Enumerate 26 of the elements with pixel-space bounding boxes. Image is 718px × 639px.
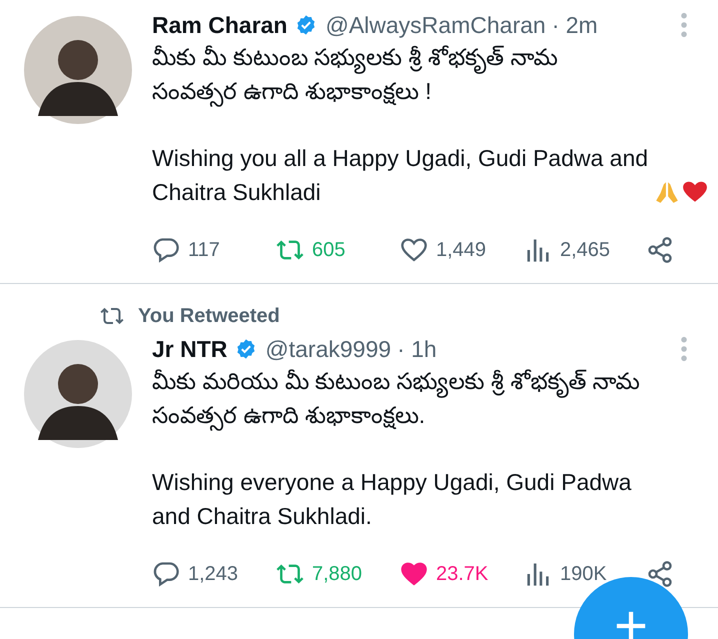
tweet-time: · 2m <box>552 12 598 38</box>
plus-icon <box>614 609 648 639</box>
author-name[interactable]: Jr NTR <box>152 336 228 362</box>
heart-icon[interactable] <box>400 236 428 264</box>
action-count: 1,449 <box>436 238 486 262</box>
action-count: 605 <box>312 238 346 262</box>
avatar[interactable] <box>24 340 132 448</box>
tweet-time: · 1h <box>397 336 437 362</box>
heart-icon[interactable] <box>400 560 428 588</box>
tweet-text: Wishing everyone a Happy Ugadi, Gudi Padwa and Chaitra Sukhladi. <box>152 469 632 529</box>
retweet-context: You Retweeted <box>138 304 280 328</box>
share-icon[interactable] <box>646 560 674 588</box>
author-name[interactable]: Ram Charan <box>152 12 288 38</box>
action-count: 2,465 <box>560 238 610 262</box>
action-count: 190K <box>560 562 607 586</box>
reply-icon[interactable] <box>152 236 180 264</box>
share-icon[interactable] <box>646 236 674 264</box>
action-count: 7,880 <box>312 562 362 586</box>
tweet-text: Wishing you all a Happy Ugadi, Gudi Padwa and Chaitra Sukhladi <box>152 144 650 207</box>
reply-icon[interactable] <box>152 560 180 588</box>
action-count: 117 <box>188 238 220 262</box>
avatar[interactable] <box>24 16 132 124</box>
author-handle[interactable]: @AlwaysRamCharan <box>325 12 546 38</box>
author-handle[interactable]: @tarak9999 <box>265 336 392 362</box>
action-count: 1,243 <box>188 562 238 586</box>
action-count: 23.7K <box>436 562 488 586</box>
